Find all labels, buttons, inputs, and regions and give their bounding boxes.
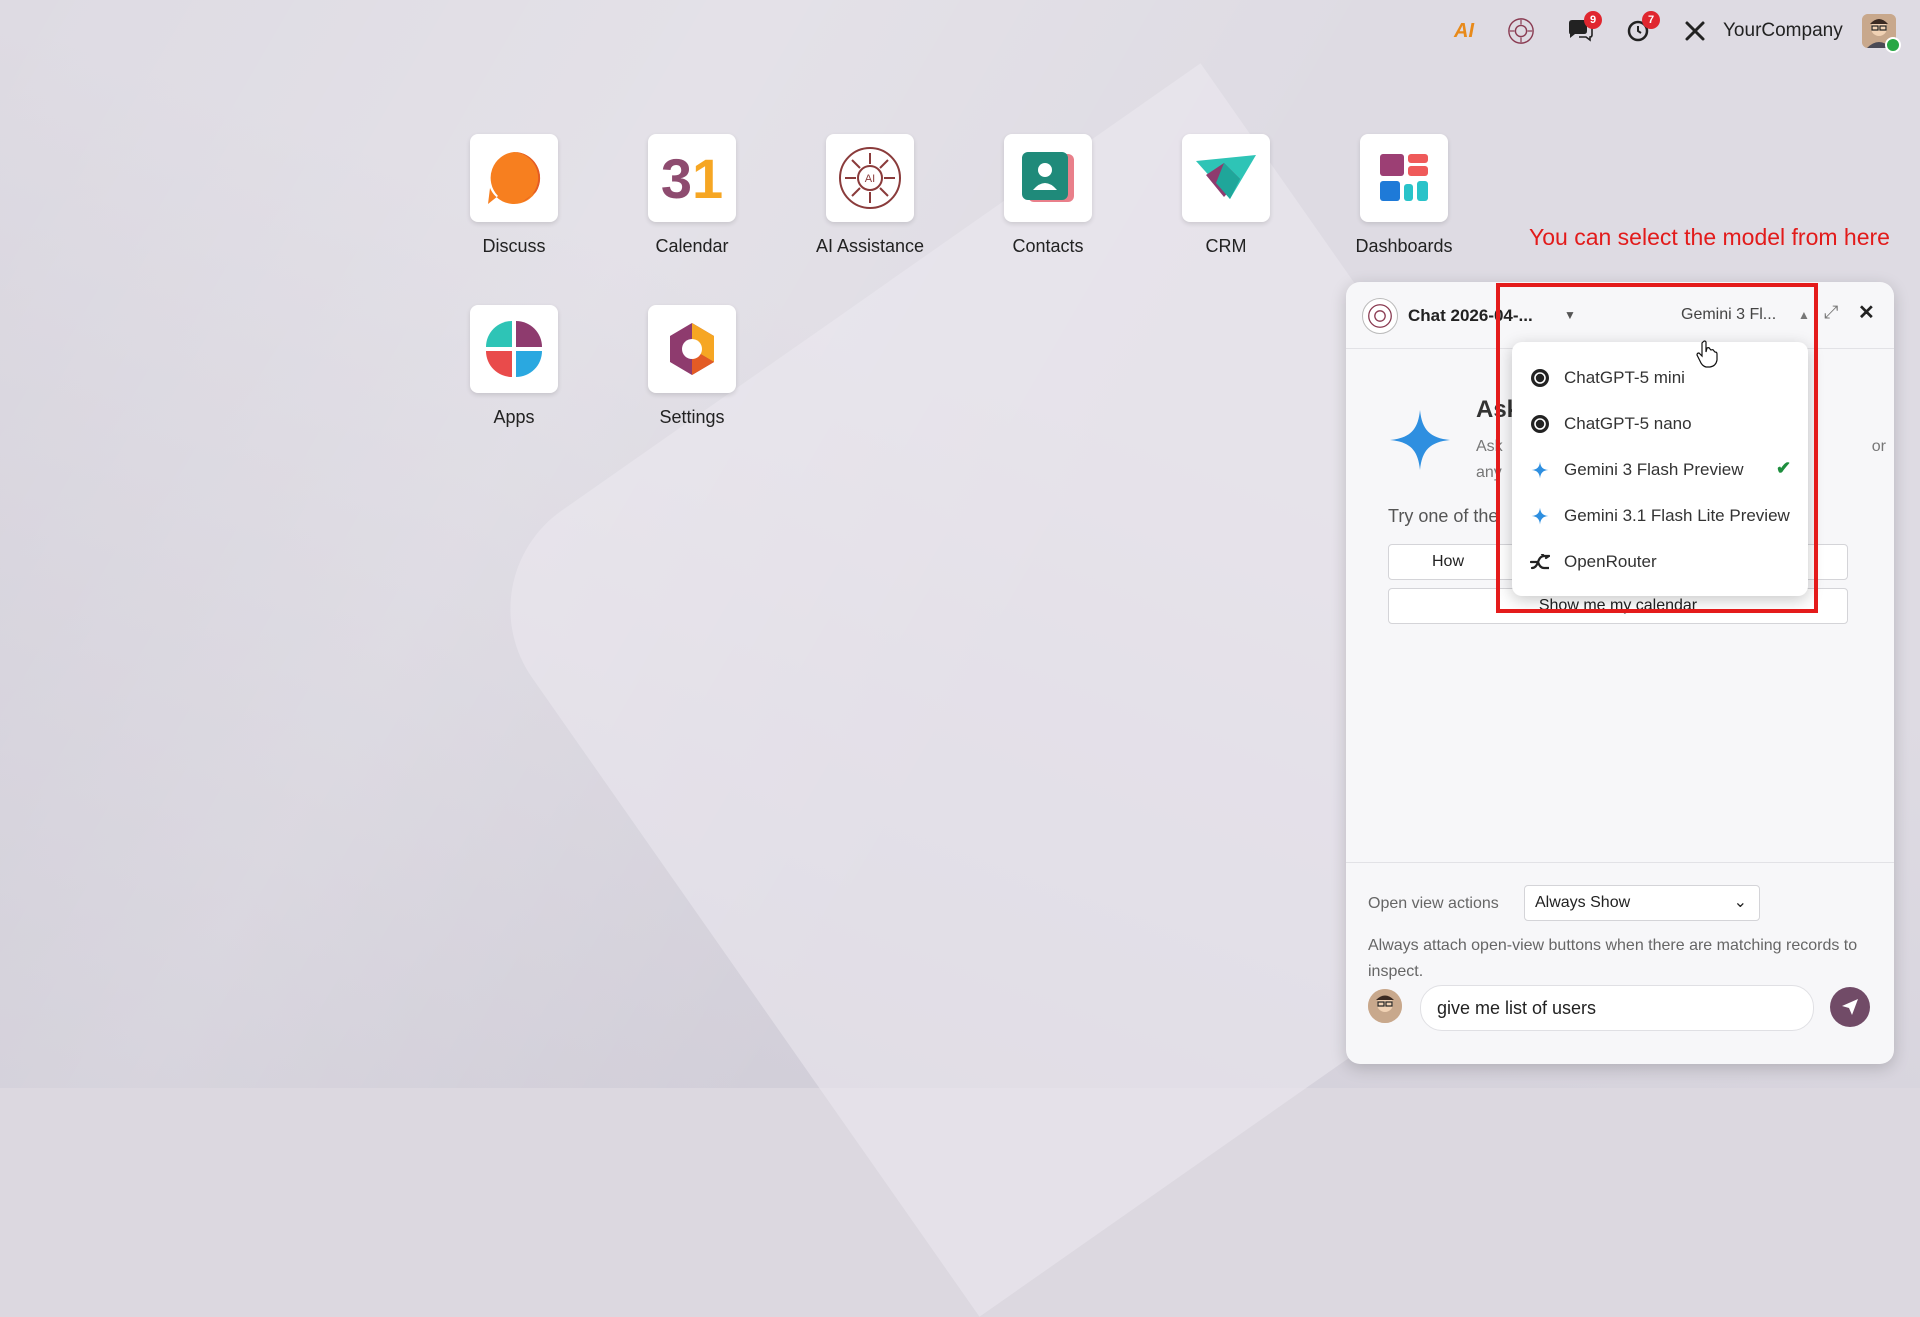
app-label: Apps: [493, 407, 535, 427]
discuss-icon: [470, 134, 558, 222]
app-settings[interactable]: Settings: [602, 305, 782, 428]
calendar-icon: 31: [648, 134, 736, 222]
annotation-text: You can select the model from here: [1529, 224, 1890, 250]
app-discuss[interactable]: Discuss: [424, 134, 604, 257]
app-label: Discuss: [482, 236, 546, 256]
crm-icon: [1182, 134, 1270, 222]
app-contacts[interactable]: Contacts: [958, 134, 1138, 257]
annotation-highlight-box: [1496, 283, 1818, 613]
send-icon: [1842, 999, 1858, 1015]
expand-icon[interactable]: ⤢: [1824, 302, 1838, 323]
sparkle-icon: [1388, 408, 1452, 477]
open-view-actions-select[interactable]: Always Show ⌄: [1524, 885, 1760, 921]
contacts-icon: [1004, 134, 1092, 222]
app-label: Settings: [659, 407, 725, 427]
discuss-badge: 9: [1584, 11, 1602, 29]
message-text: give me list of users: [1437, 998, 1597, 1018]
apps-icon: [470, 305, 558, 393]
chat-footer: Open view actions Always Show ⌄ Always a…: [1346, 862, 1894, 1064]
activity-clock-icon[interactable]: 7: [1624, 11, 1660, 45]
ai-assistant-icon: [1362, 298, 1398, 334]
welcome-desc-tail: or: [1871, 438, 1886, 455]
online-status-dot: [1885, 37, 1901, 53]
user-avatar[interactable]: [1862, 14, 1901, 53]
chevron-down-icon: ⌄: [1733, 894, 1747, 911]
company-switcher[interactable]: YourCompany: [1723, 20, 1843, 42]
ai-assistance-icon: AI: [826, 134, 914, 222]
app-label: CRM: [1205, 236, 1247, 256]
calendar-glyph: 31: [660, 146, 724, 210]
app-label: Calendar: [655, 236, 729, 256]
avatar: [1368, 989, 1402, 1023]
ai-logo-icon[interactable]: AI: [1450, 17, 1478, 45]
settings-icon: [648, 305, 736, 393]
app-label: Contacts: [1012, 236, 1084, 256]
open-view-actions-label: Open view actions: [1368, 895, 1499, 912]
app-dashboards[interactable]: Dashboards: [1314, 134, 1494, 257]
app-label: Dashboards: [1355, 236, 1453, 256]
activity-badge: 7: [1642, 11, 1660, 29]
dashboards-icon: [1360, 134, 1448, 222]
select-value: Always Show: [1535, 894, 1631, 911]
hand-cursor-icon: [1696, 340, 1718, 373]
try-suggestions-label: Try one of the: [1388, 506, 1499, 526]
open-view-actions-help: Always attach open-view buttons when the…: [1368, 937, 1858, 980]
app-crm[interactable]: CRM: [1136, 134, 1316, 257]
app-calendar[interactable]: 31 Calendar: [602, 134, 782, 257]
close-icon[interactable]: ✕: [1858, 300, 1875, 325]
chat-bubbles-icon[interactable]: 9: [1566, 11, 1602, 45]
svg-text:AI: AI: [865, 173, 875, 185]
send-button[interactable]: [1830, 987, 1870, 1027]
message-input[interactable]: give me list of users: [1420, 985, 1814, 1031]
app-ai-assistance[interactable]: AI AI Assistance: [780, 134, 960, 257]
app-apps[interactable]: Apps: [424, 305, 604, 428]
suggestion-label: How: [1431, 553, 1464, 570]
app-label: AI Assistance: [815, 236, 925, 256]
tools-icon[interactable]: [1681, 17, 1709, 45]
ai-logo-text: AI: [1454, 19, 1474, 42]
ai-assistant-icon[interactable]: [1507, 17, 1535, 45]
top-navbar: AI 9 7 YourCompany: [0, 0, 1920, 62]
